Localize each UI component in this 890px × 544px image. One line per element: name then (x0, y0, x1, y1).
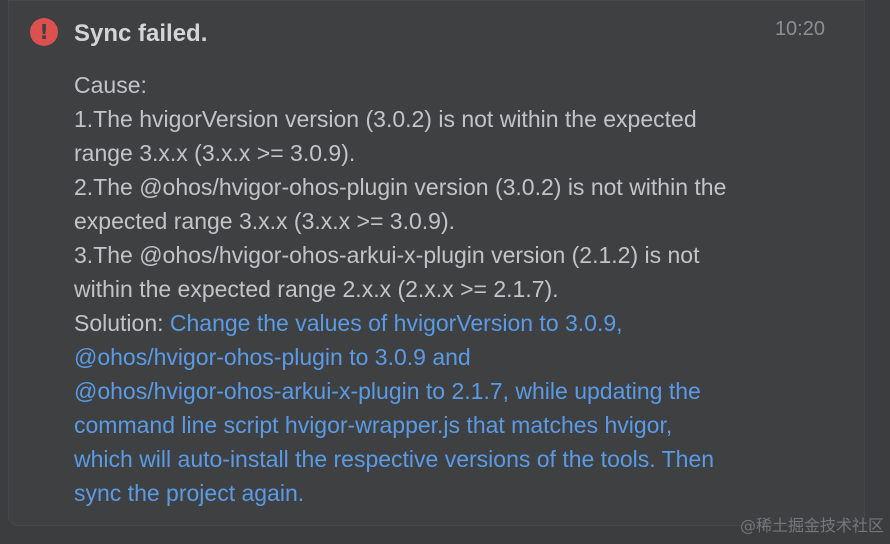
cause-line: range 3.x.x (3.x.x >= 3.0.9). (74, 140, 356, 166)
solution-label: Solution: (74, 310, 170, 336)
notification-body: Cause: 1.The hvigorVersion version (3.0.… (74, 68, 834, 510)
solution-first-line: Solution: Change the values of hvigorVer… (74, 306, 834, 340)
cause-line: 3.The @ohos/hvigor-ohos-arkui-x-plugin v… (74, 242, 700, 268)
sync-failed-notification: ! Sync failed. 10:20 Cause: 1.The hvigor… (8, 0, 865, 526)
notification-header: ! Sync failed. 10:20 (8, 0, 865, 70)
solution-link[interactable]: @ohos/hvigor-ohos-arkui-x-plugin to 2.1.… (74, 374, 834, 408)
notification-time: 10:20 (774, 18, 825, 40)
notification-title: Sync failed. (74, 20, 208, 47)
cause-label: Cause: (74, 72, 147, 98)
cause-line: 1.The hvigorVersion version (3.0.2) is n… (74, 106, 697, 132)
solution-link[interactable]: command line script hvigor-wrapper.js th… (74, 408, 834, 442)
solution-link[interactable]: Change the values of hvigorVersion to 3.… (170, 310, 623, 336)
cause-line: 2.The @ohos/hvigor-ohos-plugin version (… (74, 174, 727, 200)
cause-line: expected range 3.x.x (3.x.x >= 3.0.9). (74, 208, 455, 234)
solution-link[interactable]: which will auto-install the respective v… (74, 442, 834, 476)
watermark: @稀土掘金技术社区 (739, 516, 884, 535)
solution-link[interactable]: sync the project again. (74, 476, 834, 510)
cause-line: within the expected range 2.x.x (2.x.x >… (74, 276, 559, 302)
solution-link[interactable]: @ohos/hvigor-ohos-plugin to 3.0.9 and (74, 340, 834, 374)
error-icon: ! (30, 18, 58, 46)
